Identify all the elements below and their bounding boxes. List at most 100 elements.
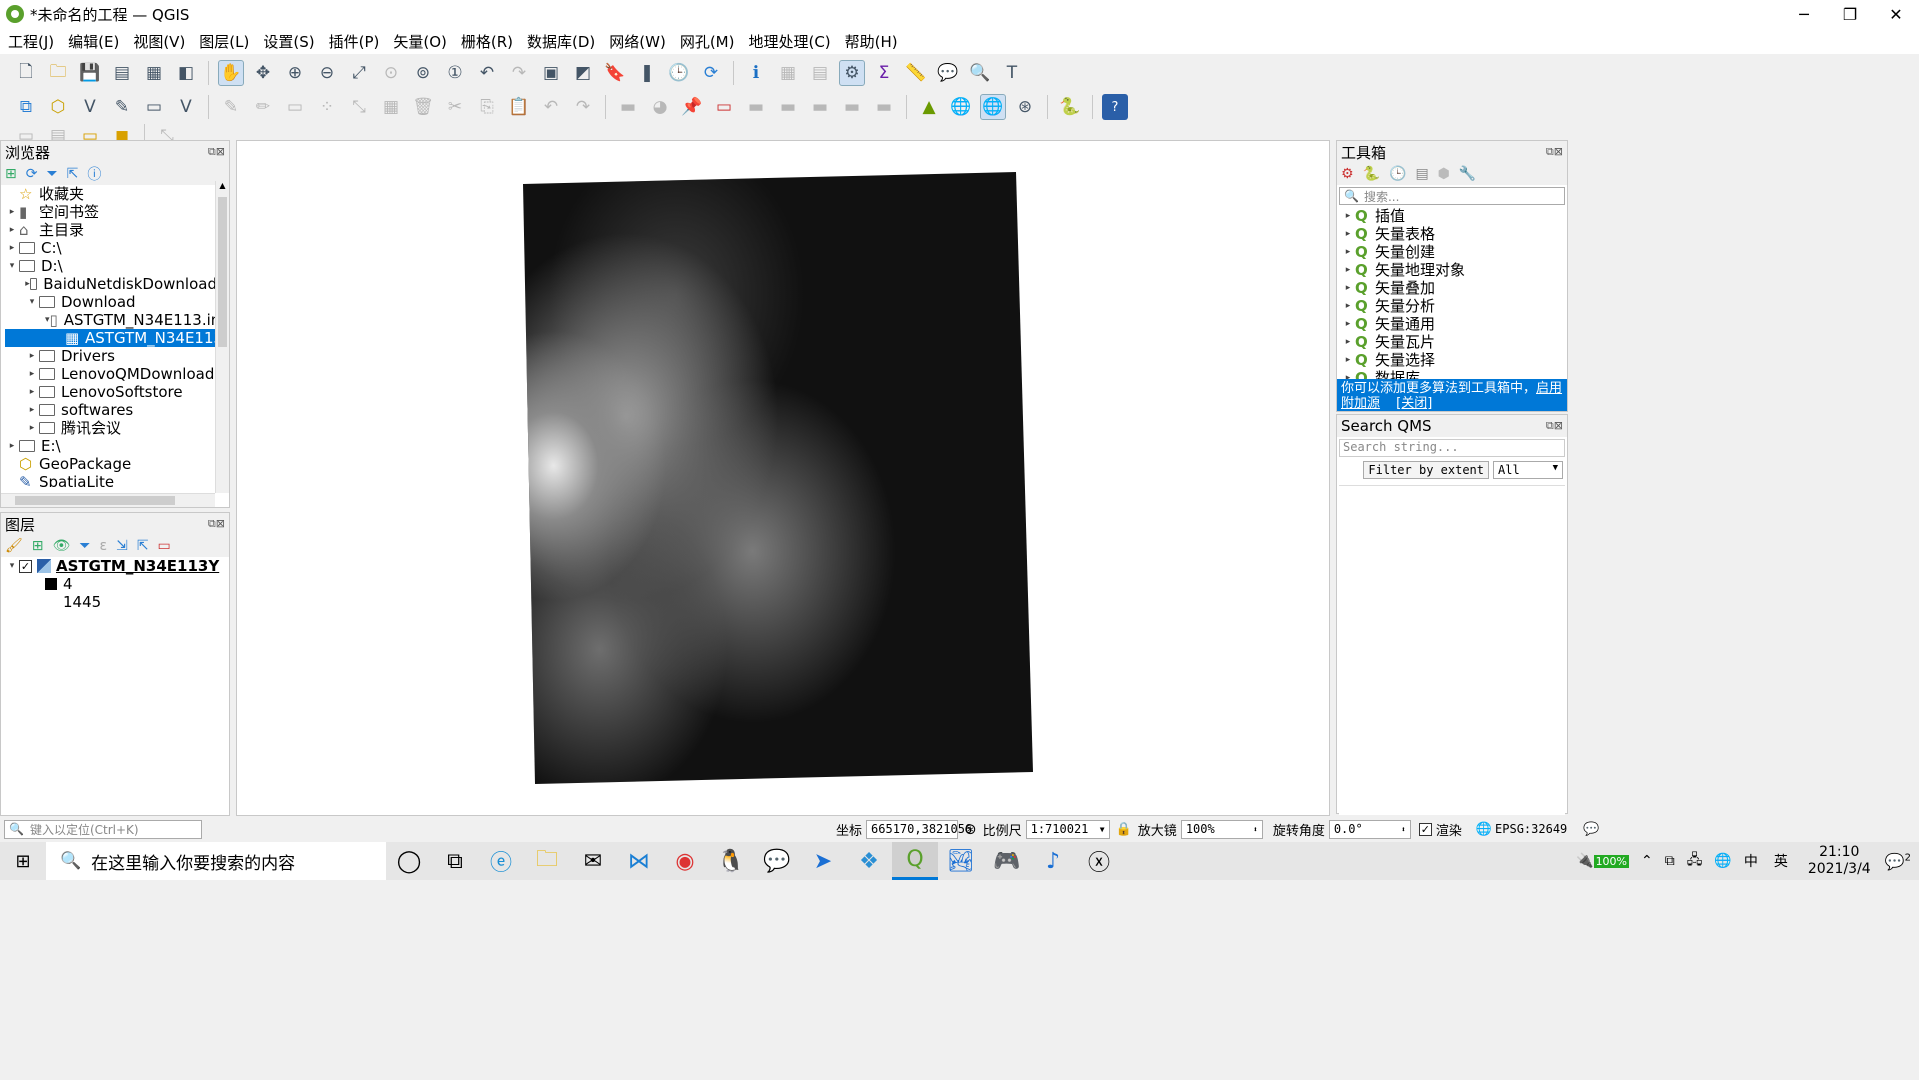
toolbox-group[interactable]: ▸ Q 插值	[1341, 207, 1567, 225]
models-icon[interactable]: ⚙	[1341, 166, 1354, 182]
magnifier-spinbox[interactable]: 100% ⬍	[1180, 819, 1263, 839]
browser-item[interactable]: ☆ 收藏夹	[5, 185, 217, 203]
zoom-native-icon[interactable]: ①	[442, 60, 468, 86]
cortana-icon[interactable]: ◯	[386, 842, 432, 880]
web-map-icon[interactable]: 🌐	[980, 94, 1006, 120]
diagram-toolbar-icon[interactable]: ◕	[647, 94, 673, 120]
toggle-editing-icon[interactable]: ✏	[250, 94, 276, 120]
expand-arrow-icon[interactable]: ▸	[5, 239, 19, 257]
expand-arrow-icon[interactable]: ▸	[5, 437, 19, 455]
browser-item[interactable]: ▦ ASTGTM_N34E113Y	[5, 329, 217, 347]
toolbox-group[interactable]: ▸ Q 矢量地理对象	[1341, 261, 1567, 279]
close-button[interactable]: ✕	[1873, 5, 1919, 24]
language-globe-icon[interactable]: 🌐	[1714, 853, 1731, 869]
ime-ch-indicator[interactable]: 中	[1744, 851, 1758, 871]
music-icon[interactable]: ♪	[1030, 842, 1076, 880]
map-tips-icon[interactable]: 💬	[935, 60, 961, 86]
taskbar-search[interactable]: 🔍 在这里输入你要搜索的内容	[46, 842, 386, 880]
field-calculator-icon[interactable]: ▤	[807, 60, 833, 86]
options-icon[interactable]: 🔧	[1459, 166, 1476, 182]
identify-icon[interactable]: ℹ	[743, 60, 769, 86]
qms-icon[interactable]: ⊛	[1012, 94, 1038, 120]
refresh-icon[interactable]: ⟳	[698, 60, 724, 86]
expand-arrow-icon[interactable]: ▸	[1341, 261, 1355, 279]
filter-legend-icon[interactable]: ⏷	[79, 538, 90, 554]
battery-icon[interactable]: 🔌 100%	[1576, 853, 1630, 869]
show-hidden-icon[interactable]: ⌃	[1641, 853, 1653, 869]
toolbox-group[interactable]: ▸ Q 矢量分析	[1341, 297, 1567, 315]
tray-app-icon[interactable]: ⧉	[1665, 853, 1675, 869]
browser-hscrollbar[interactable]	[1, 493, 215, 507]
new-geopackage-icon[interactable]: ⬡	[45, 94, 71, 120]
spin-arrows-icon[interactable]: ⬍	[1253, 825, 1258, 834]
expand-arrow-icon[interactable]: ▸	[25, 419, 39, 437]
browser-item[interactable]: ▾▯ASTGTM_N34E113.img	[5, 311, 217, 329]
render-checkbox[interactable]: ✓	[1418, 822, 1432, 836]
expand-arrow-icon[interactable]: ▸	[1341, 279, 1355, 297]
zoom-out-icon[interactable]: ⊖	[314, 60, 340, 86]
locator-input[interactable]: 🔍 键入以定位(Ctrl+K)	[4, 819, 202, 839]
mouse-coord-toggle-icon[interactable]: ⊛	[964, 820, 977, 838]
menu-raster[interactable]: 栅格(R)	[461, 31, 513, 52]
toolbox-search[interactable]: 🔍 搜索...	[1339, 187, 1565, 205]
minimize-button[interactable]: ─	[1781, 5, 1827, 24]
data-source-manager-icon[interactable]: ⧉	[13, 94, 39, 120]
style-manager-icon[interactable]: ◧	[173, 60, 199, 86]
browser-item[interactable]: ▾ Download	[5, 293, 217, 311]
filter-icon[interactable]: ⏷	[46, 166, 57, 182]
notification-icon[interactable]: 💬2	[1885, 852, 1911, 871]
task-view-icon[interactable]: ⧉	[432, 842, 478, 880]
add-selected-icon[interactable]: ⊞	[5, 166, 17, 182]
wechat-icon[interactable]: 💬	[754, 842, 800, 880]
expand-arrow-icon[interactable]: ▸	[1341, 297, 1355, 315]
show-hide-labels-icon[interactable]: ▬	[839, 94, 865, 120]
modify-attributes-icon[interactable]: ▦	[378, 94, 404, 120]
qgis-taskbar-icon[interactable]: Q	[892, 842, 938, 880]
hscroll-thumb[interactable]	[15, 496, 175, 505]
network-icon[interactable]: 🖧	[1687, 849, 1703, 873]
new-layout-icon[interactable]: ▤	[109, 60, 135, 86]
label-toolbar-icon[interactable]: ▬	[615, 94, 641, 120]
expand-arrow-icon[interactable]: ▸	[1341, 243, 1355, 261]
game-icon[interactable]: 🎮	[984, 842, 1030, 880]
crs-label[interactable]: EPSG:32649	[1495, 822, 1567, 836]
expand-arrow-icon[interactable]: ▸	[25, 347, 39, 365]
expand-arrow-icon[interactable]: ▸	[25, 383, 39, 401]
browser-item[interactable]: ▸ 腾讯会议	[5, 419, 217, 437]
lock-scale-icon[interactable]: 🔒	[1116, 822, 1132, 837]
label-properties-icon[interactable]: ▬	[871, 94, 897, 120]
toolbox-group[interactable]: ▸ Q 矢量选择	[1341, 351, 1567, 369]
layer-visibility-checkbox[interactable]: ✓	[19, 559, 32, 573]
new-spatialite-icon[interactable]: ✎	[109, 94, 135, 120]
rotation-spinbox[interactable]: 0.0° ⬍	[1328, 819, 1411, 839]
expand-arrow-icon[interactable]: ▸	[1341, 207, 1355, 225]
qq-icon[interactable]: 🐧	[708, 842, 754, 880]
temporal-controller-icon[interactable]: 🕒	[666, 60, 692, 86]
zoom-layer-icon[interactable]: ⊚	[410, 60, 436, 86]
dock-buttons[interactable]: ⧉⊠	[208, 517, 225, 531]
coord-field[interactable]: 665170,3821056	[866, 819, 972, 839]
filter-by-extent-button[interactable]: Filter by extent	[1363, 461, 1489, 479]
vertex-tool-icon[interactable]: ⤡	[346, 94, 372, 120]
xbox-icon[interactable]: ⓧ	[1076, 842, 1122, 880]
menu-processing[interactable]: 地理处理(C)	[748, 31, 830, 52]
start-icon[interactable]: ⊞	[0, 842, 46, 880]
copy-icon[interactable]: ⎘	[474, 94, 500, 120]
show-bookmarks-icon[interactable]: ❚	[634, 60, 660, 86]
annotation-icon[interactable]: 🔍	[967, 60, 993, 86]
collapse-arrow-icon[interactable]: ▾	[25, 293, 39, 311]
new-project-icon[interactable]: 🗋	[13, 60, 39, 86]
pin-labels-icon[interactable]: 📌	[679, 94, 705, 120]
remove-layer-icon[interactable]: ▭	[158, 538, 171, 554]
qms-filter-select[interactable]: All ▼	[1493, 461, 1563, 479]
layer-row[interactable]: ▾ ✓ ASTGTM_N34E113Y	[5, 557, 229, 575]
zoom-selection-icon[interactable]: ⊙	[378, 60, 404, 86]
new-temp-layer-icon[interactable]: ▭	[141, 94, 167, 120]
vscode-icon[interactable]: ⋈	[616, 842, 662, 880]
crs-globe-icon[interactable]: 🌐	[1476, 822, 1492, 837]
redo-icon[interactable]: ↷	[570, 94, 596, 120]
clock[interactable]: 21:10 2021/3/4	[1808, 844, 1871, 878]
layout-manager-icon[interactable]: ▦	[141, 60, 167, 86]
menu-vector[interactable]: 矢量(O)	[393, 31, 447, 52]
rotate-label-icon[interactable]: ▬	[775, 94, 801, 120]
